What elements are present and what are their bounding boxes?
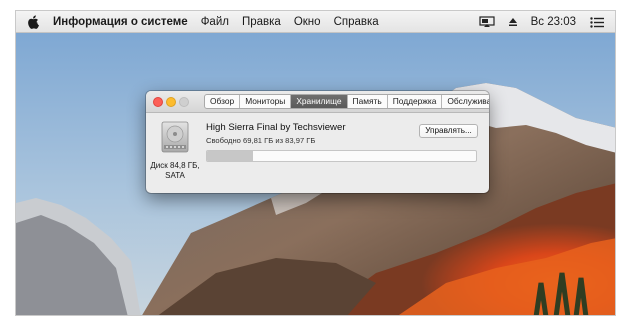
disk-label: Диск 84,8 ГБ, SATA (146, 161, 204, 181)
menu-app-name[interactable]: Информация о системе (53, 16, 188, 28)
tab-displays[interactable]: Мониторы (240, 95, 292, 108)
system-info-window: Обзор Мониторы Хранилище Память Поддержк… (146, 91, 489, 193)
eject-icon[interactable] (508, 17, 518, 27)
volume-name: High Sierra Final by Techsviewer (206, 122, 346, 133)
airplay-icon[interactable] (478, 16, 495, 28)
volume-free-space: Свободно 69,81 ГБ из 83,97 ГБ (206, 136, 316, 145)
tab-storage[interactable]: Хранилище (291, 95, 348, 108)
screen: Информация о системе Файл Правка Окно Сп… (15, 10, 616, 316)
tab-memory[interactable]: Память (348, 95, 388, 108)
hard-disk-icon (161, 121, 189, 153)
status-area: Вс 23:03 (478, 11, 615, 33)
menu-help[interactable]: Справка (334, 16, 379, 28)
window-titlebar[interactable]: Обзор Мониторы Хранилище Память Поддержк… (146, 91, 489, 113)
tab-support[interactable]: Поддержка (388, 95, 443, 108)
storage-panel: Диск 84,8 ГБ, SATA High Sierra Final by … (146, 114, 489, 193)
tab-service[interactable]: Обслуживание (442, 95, 489, 108)
close-button[interactable] (153, 97, 163, 107)
manage-button[interactable]: Управлять... (419, 124, 478, 138)
tab-bar: Обзор Мониторы Хранилище Память Поддержк… (204, 94, 489, 109)
minimize-button[interactable] (166, 97, 176, 107)
list-icon[interactable] (590, 16, 604, 28)
menu-bar: Информация о системе Файл Правка Окно Сп… (16, 11, 615, 33)
storage-used-fill (207, 151, 253, 161)
disk-size-label: Диск 84,8 ГБ, (150, 161, 200, 170)
menu-edit[interactable]: Правка (242, 16, 281, 28)
zoom-button[interactable] (179, 97, 189, 107)
menu-clock[interactable]: Вс 23:03 (531, 16, 576, 28)
menu-file[interactable]: Файл (201, 16, 229, 28)
menu-window[interactable]: Окно (294, 16, 321, 28)
apple-icon[interactable] (27, 14, 39, 29)
disk-type-label: SATA (165, 171, 185, 180)
tab-overview[interactable]: Обзор (205, 95, 241, 108)
storage-usage-bar (206, 150, 477, 162)
